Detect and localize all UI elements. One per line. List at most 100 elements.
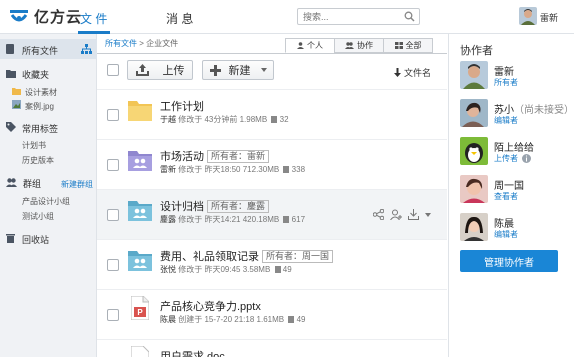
sidebar-item-group[interactable]: 产品设计小组 [22,196,70,207]
file-name[interactable]: 费用、礼品领取记录 [160,251,259,263]
sidebar: 所有文件 收藏夹 设计素材 案例.jpg 常用标签 计划书 历史版本 群组 新建… [0,34,97,357]
collaborator-item[interactable]: 陌上给给 上传者 [460,137,572,167]
nav-tab-messages[interactable]: 消 息 [166,10,193,27]
sidebar-item-tag[interactable]: 历史版本 [22,155,54,166]
people-icon [345,42,354,49]
row-checkbox[interactable] [107,209,119,221]
collaborator-name: 周一国 [494,177,524,192]
breadcrumb-root[interactable]: 所有文件 [105,39,137,48]
collaborator-item[interactable]: 陈晨 编辑者 [460,213,572,243]
breadcrumb-current: 企业文件 [146,39,179,48]
sidebar-item-favorite[interactable]: 案例.jpg [12,100,54,112]
sidebar-item-tag[interactable]: 计划书 [22,140,46,151]
sidebar-item-favorite[interactable]: 设计素材 [12,86,57,98]
shared-folder-icon [128,249,152,274]
file-action: 修改于 [178,215,203,224]
file-name[interactable]: 市场活动 [160,151,204,163]
sidebar-item-group[interactable]: 测试小组 [22,211,54,222]
upload-button[interactable]: 上传 [127,60,193,80]
search-icon[interactable] [404,11,415,25]
collaborator-item[interactable]: 周一国 查看者 [460,175,572,205]
file-count-icon [283,166,290,173]
file-name[interactable]: 用户需求.doc [160,348,225,357]
file-action: 修改于 [178,265,203,274]
folder-icon [6,69,16,81]
sort-control[interactable]: 文件名 [394,66,431,79]
file-row[interactable]: P 产品核心竞争力.pptx 陈晨 创建于 15-7-20 21:18 1.61… [97,289,447,339]
row-checkbox[interactable] [107,159,119,171]
share-icon[interactable] [373,209,384,220]
file-count: 49 [282,265,292,274]
tab-all[interactable]: 全部 [383,38,433,53]
collaborator-name: 苏小（尚未接受） [494,101,574,116]
file-count: 338 [291,165,306,174]
user-avatar[interactable] [519,7,537,25]
sidebar-item-favorites[interactable]: 收藏夹 [6,68,49,81]
collaborator-item[interactable]: 苏小（尚未接受） 编辑者 [460,99,574,129]
file-name[interactable]: 工作计划 [160,98,204,114]
file-row[interactable]: 设计归档 所有者：鏖露 鏖露 修改于 昨天14:21 420.18MB 617 [97,189,447,239]
sort-down-icon [394,68,401,77]
collaborator-role[interactable]: 所有者 [494,77,518,88]
sort-label: 文件名 [404,68,432,78]
new-group-link[interactable]: 新建群组 [61,179,93,190]
collaborator-role[interactable]: 编辑者 [494,229,518,240]
person-icon [297,42,304,49]
row-checkbox[interactable] [107,259,119,271]
file-meta: 雷新 修改于 昨天18:50 712.30MB 338 [160,164,305,175]
file-row[interactable]: 费用、礼品领取记录 所有者：周一国 张悦 修改于 昨天09:45 3.58MB 4… [97,239,447,289]
file-name[interactable]: 产品核心竞争力.pptx [160,298,261,314]
row-checkbox[interactable] [107,309,119,321]
file-count: 617 [291,215,306,224]
collaborator-role[interactable]: 查看者 [494,191,518,202]
collaborator-name: 陌上给给 [494,139,534,154]
file-row[interactable]: 工作计划 于越 修改于 43分钟前 1.98MB 32 [97,89,447,139]
file-size: 712.30MB [242,165,280,174]
file-action: 修改于 [178,165,203,174]
org-tree-icon[interactable] [81,44,92,57]
add-collaborator-icon[interactable] [390,209,402,220]
file-count-icon [283,216,290,223]
select-all-checkbox[interactable] [107,64,119,76]
owner-tag: 所有者：鏖露 [207,200,270,213]
file-row[interactable]: 用户需求.doc [97,339,447,357]
manage-collaborators-button[interactable]: 管理协作者 [460,250,558,272]
shared-folder-icon [128,149,152,174]
divider [97,53,447,54]
file-name-line: 费用、礼品领取记录 所有者：周一国 [160,248,334,264]
sidebar-item-tags[interactable]: 常用标签 [6,122,58,135]
nav-tab-files[interactable]: 文 件 [80,10,107,27]
role-text[interactable]: 上传者 [494,154,518,163]
owner-tag: 所有者：雷新 [207,150,270,163]
sidebar-item-all-files[interactable]: 所有文件 [0,39,97,59]
new-label: 新建 [228,65,251,77]
file-size: 3.58MB [242,265,271,274]
file-name[interactable]: 设计归档 [160,201,204,213]
logo[interactable]: 亿方云 [8,6,82,27]
plus-icon [209,64,221,76]
file-time: 43分钟前 [204,115,238,124]
file-name-line: 设计归档 所有者：鏖露 [160,198,270,214]
file-time: 昨天09:45 [204,265,241,274]
info-icon[interactable] [522,154,532,165]
sidebar-item-trash[interactable]: 回收站 [6,233,49,246]
collaborator-role[interactable]: 编辑者 [494,115,518,126]
user-name[interactable]: 雷新 [540,11,558,24]
tab-personal[interactable]: 个人 [285,38,335,53]
new-button[interactable]: 新建 [202,60,274,80]
row-checkbox[interactable] [107,109,119,121]
shared-folder-icon [128,199,152,224]
download-icon[interactable] [408,209,419,220]
file-action: 创建于 [178,315,203,324]
sidebar-item-groups[interactable]: 群组 [6,177,41,190]
file-author: 陈晨 [160,315,176,324]
tab-collab[interactable]: 协作 [334,38,384,53]
pptx-file-icon: P [130,295,150,323]
folder-icon [12,86,21,98]
file-row[interactable]: 市场活动 所有者：雷新 雷新 修改于 昨天18:50 712.30MB 338 [97,139,447,189]
more-caret-icon[interactable] [425,212,431,217]
collaborator-item[interactable]: 雷新 所有者 [460,61,572,91]
image-file-icon [12,100,21,112]
svg-text:P: P [137,308,143,317]
search-input[interactable] [298,9,398,24]
